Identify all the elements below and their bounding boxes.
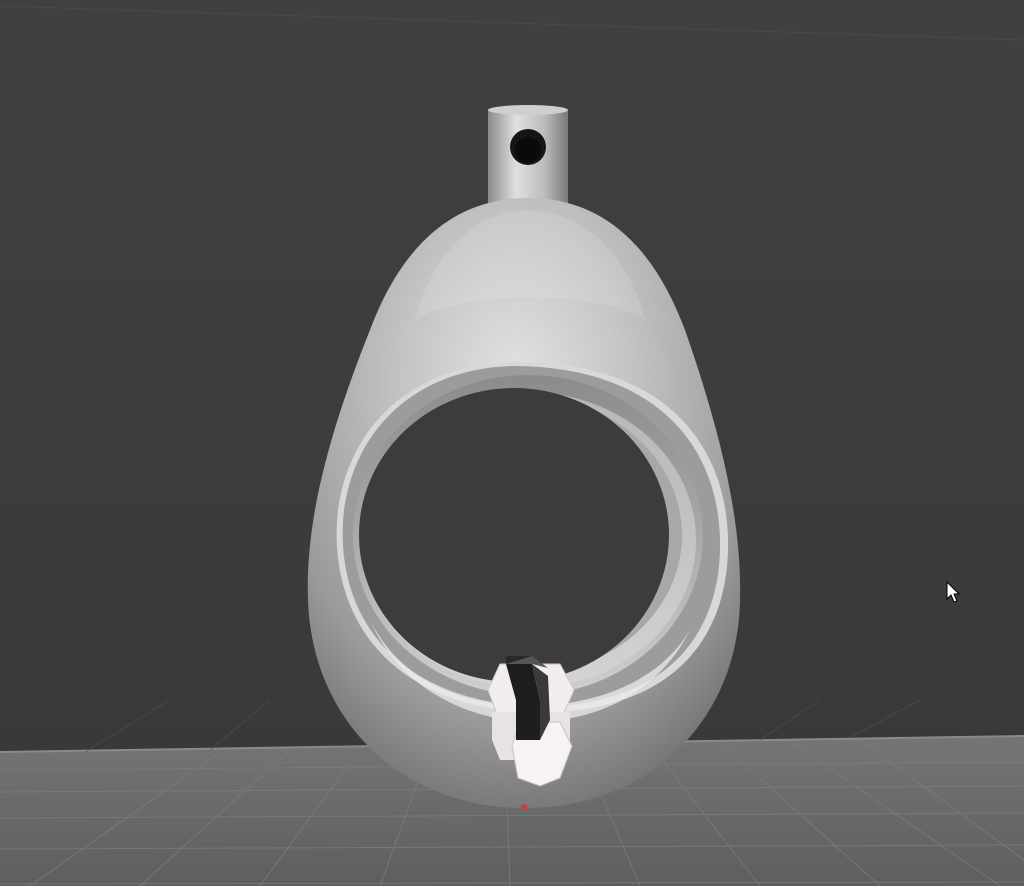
- viewport-canvas[interactable]: [0, 0, 1024, 886]
- pendant-bail[interactable]: [488, 105, 568, 205]
- 3d-viewport[interactable]: [0, 0, 1024, 886]
- ring-hole: [359, 388, 669, 682]
- contact-point-marker: [521, 804, 527, 810]
